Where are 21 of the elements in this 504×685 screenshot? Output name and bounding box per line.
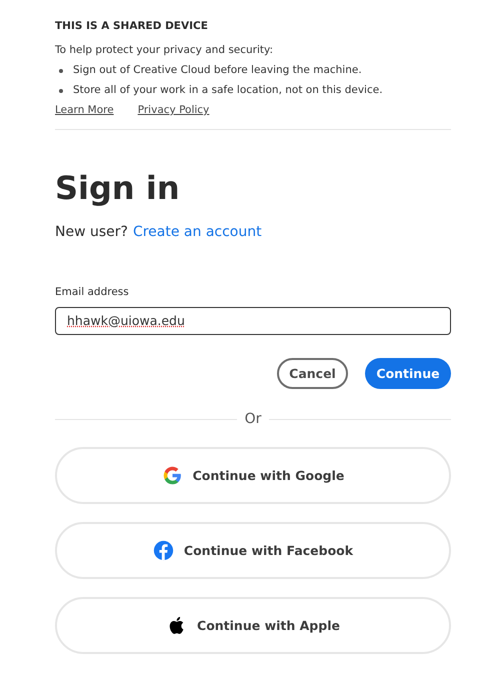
new-user-prompt: New user? <box>55 224 128 240</box>
notice-text: To help protect your privacy and security: <box>55 44 274 56</box>
cancel-button[interactable]: Cancel <box>277 358 348 389</box>
separator-text: Or <box>244 411 262 427</box>
create-account-link[interactable]: Create an account <box>132 224 262 240</box>
social-signin-button[interactable]: Continue with Google <box>55 447 451 504</box>
notice-link[interactable]: Privacy Policy <box>138 104 210 116</box>
bullet-item: Sign out of Creative Cloud before leaving the machine. <box>73 64 362 77</box>
bullet-icon <box>59 88 63 92</box>
bullet-item: Store all of your work in a safe location, not on this device. <box>73 84 383 97</box>
social-signin-button[interactable]: Continue with Facebook <box>55 522 451 579</box>
notice-link[interactable]: Learn More <box>55 104 114 116</box>
notice-title: THIS IS A SHARED DEVICE <box>55 20 208 32</box>
page-heading: Sign in <box>55 168 180 208</box>
email-field[interactable]: hhawk@uiowa.edu <box>55 307 451 335</box>
field-label: Email address <box>55 286 129 298</box>
social-signin-button[interactable]: Continue with Apple <box>55 597 451 654</box>
google-icon <box>162 465 183 486</box>
bullet-icon <box>59 68 63 72</box>
continue-button[interactable]: Continue <box>365 358 451 389</box>
facebook-icon <box>152 540 174 561</box>
